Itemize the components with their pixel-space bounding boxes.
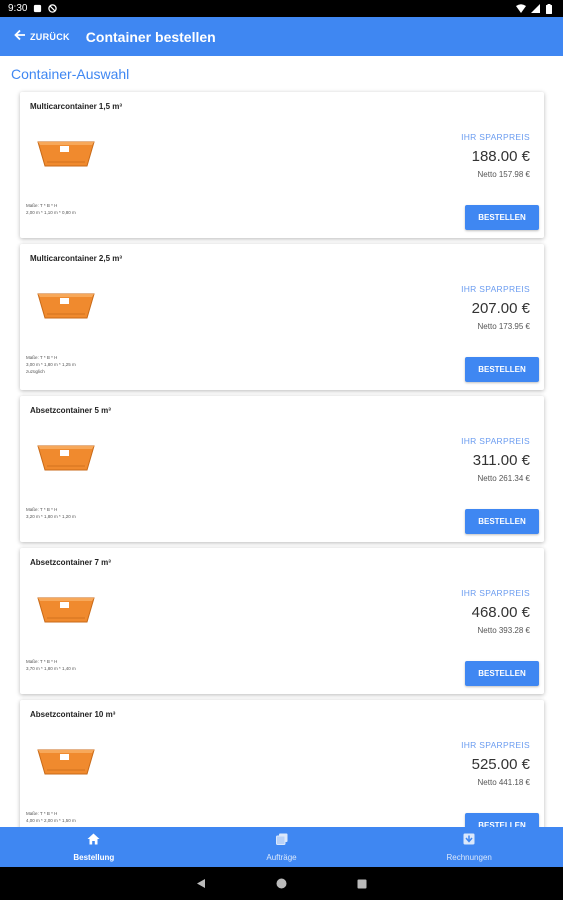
price: 525.00 € (471, 756, 530, 773)
card-title: Absetzcontainer 10 m³ (30, 710, 116, 719)
order-button[interactable]: BESTELLEN (465, 205, 539, 230)
dimensions-label: Maße: T * B * H (26, 355, 58, 360)
netto-price: Netto 173.95 € (477, 322, 530, 331)
nav-label: Aufträge (266, 853, 297, 862)
dimensions: Maße: T * B * H 3,20 m * 1,80 m * 1,20 m (26, 506, 76, 520)
order-button[interactable]: BESTELLEN (465, 661, 539, 686)
bottom-nav: Bestellung Aufträge Rechnungen (0, 827, 563, 867)
nav-item-bestellung[interactable]: Bestellung (0, 827, 188, 867)
system-nav-bar (0, 867, 563, 900)
container-card: Multicarcontainer 1,5 m³ Maße: T * B * H… (20, 92, 544, 238)
container-image (37, 138, 95, 168)
status-bar: 9:30 (0, 0, 563, 17)
price-label: IHR SPARPREIS (461, 588, 530, 598)
container-card: Multicarcontainer 2,5 m³ Maße: T * B * H… (20, 244, 544, 390)
dimensions-label: Maße: T * B * H (26, 811, 58, 816)
nav-label: Rechnungen (446, 853, 492, 862)
price-label: IHR SPARPREIS (461, 740, 530, 750)
home-icon (87, 832, 100, 850)
wifi-icon (516, 4, 526, 13)
section-title: Container-Auswahl (11, 66, 130, 82)
dimensions-value: 3,20 m * 1,80 m * 1,20 m (26, 514, 76, 519)
dimensions-value: 3,70 m * 1,80 m * 1,40 m (26, 666, 76, 671)
order-button[interactable]: BESTELLEN (465, 509, 539, 534)
orders-icon (275, 832, 288, 850)
order-button[interactable]: BESTELLEN (465, 813, 539, 827)
notification-icon (33, 4, 42, 13)
back-label: ZURÜCK (30, 31, 70, 42)
order-button[interactable]: BESTELLEN (465, 357, 539, 382)
nav-item-rechnungen[interactable]: Rechnungen (375, 827, 563, 867)
card-title: Multicarcontainer 2,5 m³ (30, 254, 123, 263)
price-label: IHR SPARPREIS (461, 436, 530, 446)
nav-item-auftraege[interactable]: Aufträge (188, 827, 376, 867)
battery-icon (546, 4, 555, 14)
status-time: 9:30 (8, 3, 28, 14)
container-card: Absetzcontainer 7 m³ Maße: T * B * H 3,7… (20, 548, 544, 694)
recents-square-icon[interactable] (357, 879, 367, 889)
card-title: Absetzcontainer 7 m³ (30, 558, 111, 567)
nav-label: Bestellung (73, 853, 115, 862)
back-triangle-icon[interactable] (196, 878, 206, 889)
price: 207.00 € (471, 300, 530, 317)
price: 188.00 € (471, 148, 530, 165)
dimensions-extra: zuzüglich (26, 369, 45, 374)
container-card: Absetzcontainer 5 m³ Maße: T * B * H 3,2… (20, 396, 544, 542)
dimensions-label: Maße: T * B * H (26, 659, 58, 664)
price: 468.00 € (471, 604, 530, 621)
arrow-left-icon (14, 29, 26, 44)
dimensions: Maße: T * B * H 3,70 m * 1,80 m * 1,40 m (26, 658, 76, 672)
netto-price: Netto 393.28 € (477, 626, 530, 635)
no-sim-icon (48, 4, 58, 13)
dimensions: Maße: T * B * H 4,00 m * 2,00 m * 1,50 m (26, 810, 76, 824)
dimensions: Maße: T * B * H 2,00 m * 1,10 m * 0,80 m (26, 202, 76, 216)
invoice-icon (463, 832, 475, 850)
netto-price: Netto 441.18 € (477, 778, 530, 787)
price-label: IHR SPARPREIS (461, 284, 530, 294)
dimensions-value: 2,00 m * 1,10 m * 0,80 m (26, 210, 76, 215)
app-bar: ZURÜCK Container bestellen (0, 17, 563, 56)
netto-price: Netto 261.34 € (477, 474, 530, 483)
card-title: Multicarcontainer 1,5 m³ (30, 102, 123, 111)
dimensions-label: Maße: T * B * H (26, 507, 58, 512)
container-image (37, 442, 95, 472)
container-image (37, 746, 95, 776)
netto-price: Netto 157.98 € (477, 170, 530, 179)
content-area[interactable]: Container-Auswahl Multicarcontainer 1,5 … (0, 56, 563, 827)
signal-icon (531, 4, 540, 13)
price: 311.00 € (472, 452, 530, 469)
card-title: Absetzcontainer 5 m³ (30, 406, 111, 415)
dimensions: Maße: T * B * H 3,00 m * 1,80 m * 1,25 m… (26, 354, 76, 375)
price-label: IHR SPARPREIS (461, 132, 530, 142)
dimensions-label: Maße: T * B * H (26, 203, 58, 208)
container-card: Absetzcontainer 10 m³ Maße: T * B * H 4,… (20, 700, 544, 827)
back-button[interactable]: ZURÜCK (0, 29, 70, 44)
dimensions-value: 3,00 m * 1,80 m * 1,25 m (26, 362, 76, 367)
page-title: Container bestellen (85, 28, 216, 45)
home-circle-icon[interactable] (276, 878, 287, 889)
container-image (37, 594, 95, 624)
container-image (37, 290, 95, 320)
dimensions-value: 4,00 m * 2,00 m * 1,50 m (26, 818, 76, 823)
